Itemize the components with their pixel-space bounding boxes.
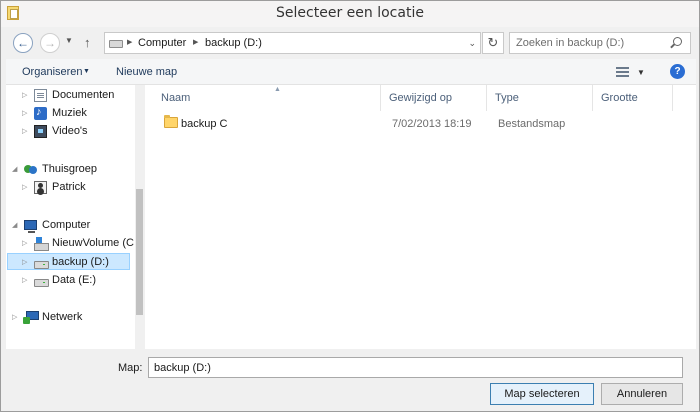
breadcrumb-backup-d[interactable]: backup (D:) (205, 37, 262, 49)
sidebar-item-label: NieuwVolume (C (52, 237, 134, 249)
documents-icon (34, 89, 47, 102)
computer-icon (24, 220, 37, 233)
expand-arrow-icon[interactable]: ▷ (22, 179, 27, 196)
back-button[interactable]: ← (13, 33, 33, 53)
search-input[interactable] (516, 36, 666, 50)
file-type: Bestandsmap (498, 118, 566, 130)
drive-icon (34, 256, 49, 269)
forward-button[interactable]: → (40, 33, 60, 53)
sidebar-item-nieuwvolume[interactable]: ▷ NieuwVolume (C (22, 235, 134, 252)
sidebar-item-computer[interactable]: ◢ Computer (12, 217, 134, 234)
sidebar-item-muziek[interactable]: ▷ Muziek (22, 104, 134, 122)
column-header-label: Naam (161, 92, 191, 104)
expand-arrow-icon[interactable]: ▷ (22, 235, 27, 252)
expand-arrow-icon[interactable]: ▷ (22, 105, 27, 122)
expand-arrow-icon[interactable]: ▷ (12, 309, 17, 326)
column-header-type[interactable]: Type (487, 85, 593, 111)
drive-icon (34, 274, 49, 287)
navigation-pane: ▷ Documenten ▷ Muziek ▷ Video's ◢ Thuisg… (6, 85, 144, 349)
cancel-button[interactable]: Annuleren (601, 383, 683, 405)
expand-arrow-icon[interactable]: ▷ (22, 123, 27, 140)
sidebar-item-documenten[interactable]: ▷ Documenten (22, 87, 134, 104)
sidebar-item-label: Data (E:) (52, 274, 97, 286)
expand-arrow-icon[interactable]: ▷ (22, 254, 27, 271)
chevron-down-icon[interactable]: ⌄ (468, 38, 476, 49)
chevron-right-icon[interactable]: ▶ (127, 38, 132, 46)
collapse-arrow-icon[interactable]: ◢ (12, 217, 17, 234)
sidebar-item-label: Thuisgroep (42, 163, 98, 175)
sidebar-item-netwerk[interactable]: ▷ Netwerk (12, 309, 134, 326)
sidebar-item-videos[interactable]: ▷ Video's (22, 123, 134, 140)
videos-icon (34, 125, 47, 138)
select-folder-dialog: Selecteer een locatie ← → ▼ ↑ ▶ Computer… (0, 0, 700, 412)
navigation-bar: ← → ▼ ↑ ▶ Computer ▶ backup (D:) ⌄ ↻ (6, 29, 696, 57)
column-header-size[interactable]: Grootte (593, 85, 673, 111)
column-header-name[interactable]: Naam ▲ (153, 85, 381, 111)
scrollbar-thumb[interactable] (136, 189, 143, 315)
select-folder-button[interactable]: Map selecteren (490, 383, 594, 405)
up-button[interactable]: ↑ (84, 35, 91, 50)
sidebar-item-data-e[interactable]: ▷ Data (E:) (22, 272, 134, 289)
collapse-arrow-icon[interactable]: ◢ (12, 161, 17, 178)
drive-icon (109, 40, 123, 48)
refresh-button[interactable]: ↻ (482, 32, 504, 54)
chevron-down-icon[interactable]: ▼ (83, 68, 90, 75)
organize-button[interactable]: Organiseren (22, 66, 83, 78)
sort-ascending-icon: ▲ (274, 86, 281, 93)
new-folder-button[interactable]: Nieuwe map (116, 66, 177, 78)
command-bar: Organiseren ▼ Nieuwe map ▼ ? (6, 59, 696, 85)
dialog-footer: Map: Map selecteren Annuleren (6, 349, 696, 411)
window-title: Selecteer een locatie (276, 5, 424, 21)
sidebar-item-label: Muziek (52, 107, 87, 119)
search-icon[interactable] (673, 37, 682, 46)
search-box[interactable] (509, 32, 691, 54)
network-icon (23, 311, 39, 324)
sidebar-item-label: Computer (42, 219, 91, 231)
windows-drive-icon (34, 237, 49, 251)
user-icon (34, 181, 47, 194)
expand-arrow-icon[interactable]: ▷ (22, 272, 27, 289)
sidebar-item-label: backup (D:) (52, 256, 109, 268)
folder-icon (164, 115, 178, 128)
homegroup-icon (24, 163, 37, 176)
address-bar[interactable]: ▶ Computer ▶ backup (D:) ⌄ (104, 32, 481, 54)
file-list: Naam ▲ Gewijzigd op Type Grootte backup … (145, 85, 696, 349)
title-bar[interactable]: Selecteer een locatie (1, 1, 699, 27)
sidebar-item-label: Netwerk (42, 311, 83, 323)
file-row[interactable]: backup C 7/02/2013 18:19 Bestandsmap (157, 114, 677, 134)
column-header-label: Gewijzigd op (389, 92, 452, 104)
sidebar-item-thuisgroep[interactable]: ◢ Thuisgroep (12, 161, 134, 178)
breadcrumb-computer[interactable]: Computer (138, 37, 186, 49)
sidebar-item-label: Patrick (52, 181, 86, 193)
sidebar-item-label: Documenten (52, 89, 115, 101)
column-header-modified[interactable]: Gewijzigd op (381, 85, 487, 111)
map-label: Map: (118, 362, 143, 374)
sidebar-item-label: Video's (52, 125, 88, 137)
folder-name-field[interactable] (148, 357, 683, 378)
sidebar-item-backup-d[interactable]: ▷ backup (D:) (7, 253, 130, 270)
column-header-label: Type (495, 92, 519, 104)
music-icon (34, 104, 47, 121)
file-modified: 7/02/2013 18:19 (392, 118, 472, 130)
recent-locations-icon[interactable]: ▼ (65, 36, 73, 45)
sidebar-item-patrick[interactable]: ▷ Patrick (22, 179, 134, 196)
expand-arrow-icon[interactable]: ▷ (22, 87, 27, 104)
view-options-icon[interactable] (616, 67, 629, 77)
chevron-right-icon[interactable]: ▶ (193, 38, 198, 46)
column-header-label: Grootte (601, 92, 638, 104)
chevron-down-icon[interactable]: ▼ (637, 68, 645, 77)
help-icon[interactable]: ? (670, 64, 685, 79)
file-name: backup C (181, 118, 228, 130)
navigation-scrollbar[interactable] (135, 85, 144, 349)
